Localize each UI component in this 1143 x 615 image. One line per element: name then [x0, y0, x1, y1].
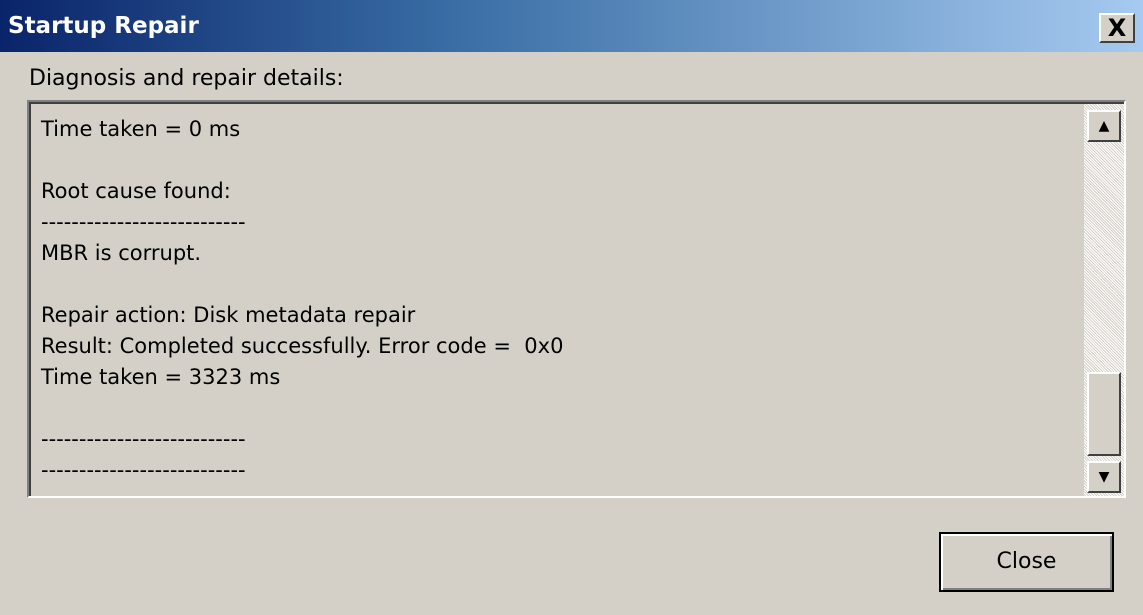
- vertical-scrollbar[interactable]: ▲ ▼: [1084, 104, 1124, 496]
- details-line: Repair action: Disk metadata repair: [41, 303, 416, 327]
- scroll-down-arrow-icon: ▼: [1098, 469, 1110, 485]
- title-close-button[interactable]: X: [1099, 13, 1135, 43]
- close-button[interactable]: Close: [939, 532, 1114, 592]
- details-line: MBR is corrupt.: [41, 241, 202, 265]
- window-title: Startup Repair: [8, 13, 199, 39]
- details-textbox-inner: Time taken = 0 ms Root cause found: ----…: [29, 102, 1124, 496]
- details-label: Diagnosis and repair details:: [29, 66, 344, 91]
- details-line: ---------------------------: [41, 458, 246, 482]
- details-line: Root cause found:: [41, 179, 231, 203]
- details-textbox[interactable]: Time taken = 0 ms Root cause found: ----…: [27, 100, 1126, 498]
- close-icon: X: [1107, 14, 1127, 42]
- details-line: [41, 393, 1081, 424]
- scroll-down-button[interactable]: ▼: [1087, 461, 1121, 493]
- details-line: ---------------------------: [41, 427, 246, 451]
- scroll-up-button[interactable]: ▲: [1087, 110, 1121, 142]
- details-line: Time taken = 3323 ms: [41, 365, 281, 389]
- details-lines: Time taken = 0 ms Root cause found: ----…: [41, 114, 1081, 486]
- title-bar[interactable]: Startup Repair X: [0, 0, 1143, 52]
- details-line: [41, 269, 1081, 300]
- scroll-up-arrow-icon: ▲: [1098, 118, 1110, 134]
- details-line: [41, 145, 1081, 176]
- details-line: ---------------------------: [41, 210, 246, 234]
- startup-repair-dialog: Startup Repair X Diagnosis and repair de…: [0, 0, 1143, 615]
- details-line: Result: Completed successfully. Error co…: [41, 334, 564, 358]
- scroll-thumb[interactable]: [1087, 372, 1121, 456]
- details-line: Time taken = 0 ms: [41, 117, 241, 141]
